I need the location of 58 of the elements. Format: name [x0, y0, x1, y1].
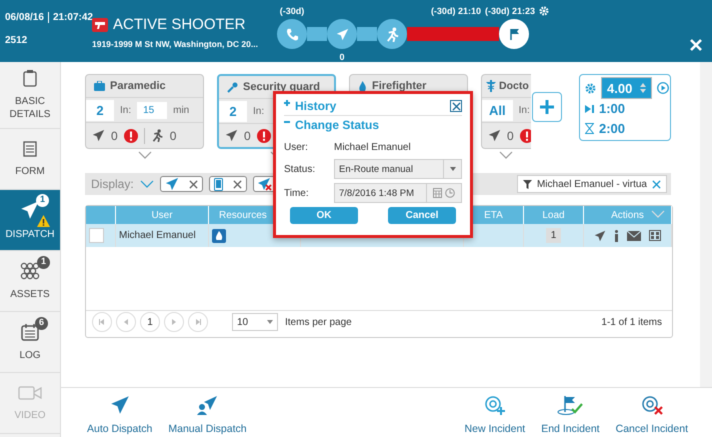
- unit-label: min: [173, 104, 190, 116]
- count-badge: 1: [37, 256, 50, 268]
- cancel-button[interactable]: Cancel: [388, 207, 456, 224]
- card-title: Security guard: [243, 81, 320, 93]
- count-badge: 1: [36, 194, 49, 206]
- on-scene-count: 0: [170, 128, 176, 142]
- user-name: Michael Emanuel: [334, 142, 412, 152]
- page-size-select[interactable]: 10: [232, 313, 278, 331]
- incident-title: ACTIVE SHOOTER: [113, 16, 246, 33]
- resource-count: 2: [86, 100, 114, 120]
- toolbar-button[interactable]: Auto Dispatch: [87, 395, 152, 435]
- status-select[interactable]: En-Route manual: [334, 159, 462, 179]
- ok-button[interactable]: OK: [290, 207, 358, 224]
- card-title: Firefighter: [372, 80, 426, 92]
- incident-id: 2512: [5, 35, 28, 46]
- dispatched-count: 0: [111, 128, 118, 142]
- resource-card[interactable]: Paramedic 2 In: 15 min 0 0: [85, 74, 204, 149]
- rate-spinner[interactable]: 4.00: [601, 77, 652, 99]
- page-button[interactable]: 1: [140, 312, 160, 332]
- date: 06/08/16: [5, 12, 44, 23]
- minutes-field[interactable]: 15: [137, 102, 168, 118]
- step-time: 1:00: [599, 101, 626, 116]
- dispatched-count: 0: [244, 128, 251, 142]
- in-label: In:: [253, 106, 264, 116]
- dispatched-count: 0: [507, 128, 514, 142]
- sidebar-item[interactable]: 1 ASSETS: [0, 251, 60, 312]
- field-label: Status:: [284, 164, 316, 174]
- incident-address: 1919-1999 M St NW, Washington, DC 20...: [92, 39, 259, 50]
- count-badge: 6: [35, 316, 48, 330]
- card-title: Paramedic: [110, 80, 166, 92]
- field-label: User:: [284, 142, 309, 152]
- display-label: Display:: [91, 177, 134, 191]
- sidebar-item[interactable]: BASIC DETAILS: [0, 62, 60, 129]
- field-label: Time:: [284, 188, 310, 198]
- toolbar-button[interactable]: New Incident: [464, 395, 526, 435]
- section-title[interactable]: History: [295, 99, 336, 113]
- timeline-label: (-30d) 21:10: [430, 6, 481, 16]
- pager-summary: 1-1 of 1 items: [601, 316, 662, 328]
- sidebar-item[interactable]: 6 LOG: [0, 312, 60, 373]
- timeline-label: (-30d): [280, 6, 304, 16]
- table-cell: Michael Emanuel: [116, 224, 209, 247]
- resource-count: 2: [219, 100, 247, 122]
- resource-card[interactable]: Docto All In: 0: [481, 74, 531, 149]
- filter-field[interactable]: Michael Emanuel - virtua: [516, 175, 667, 193]
- load-count: 1: [546, 228, 562, 243]
- in-label: In:: [120, 104, 132, 116]
- toolbar-button[interactable]: End Incident: [541, 395, 600, 435]
- section-title[interactable]: Change Status: [295, 118, 380, 132]
- toolbar-button[interactable]: Cancel Incident: [616, 395, 688, 435]
- timeline-label: (-30d) 21:23: [484, 6, 535, 16]
- sidebar-item[interactable]: 1 DISPATCH: [0, 190, 60, 251]
- resource-count: All: [482, 100, 513, 120]
- toolbar-button[interactable]: Manual Dispatch: [168, 395, 247, 435]
- in-label: In:: [518, 104, 530, 116]
- duration-time: 2:00: [599, 120, 626, 136]
- card-title: Docto: [499, 80, 529, 92]
- dispatch-count: 0: [339, 52, 344, 62]
- page-size-label: Items per page: [285, 316, 352, 328]
